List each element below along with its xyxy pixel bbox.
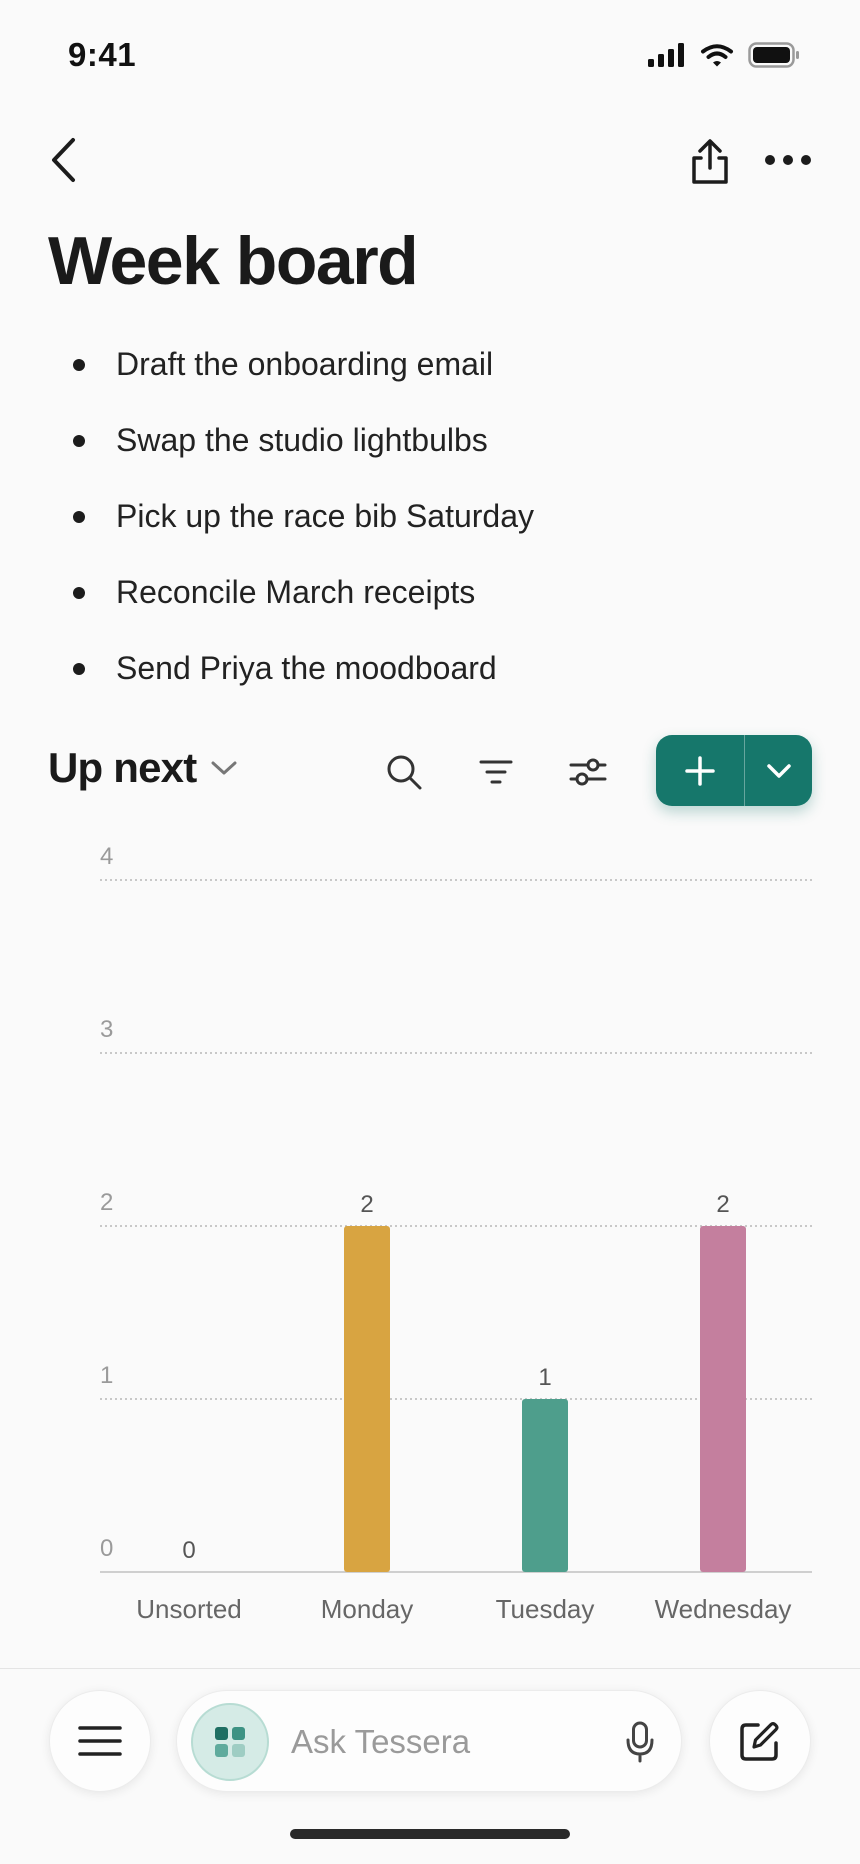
microphone-icon	[626, 1721, 654, 1763]
sort-button[interactable]	[468, 744, 524, 800]
list-item-label: Pick up the race bib Saturday	[116, 498, 535, 534]
status-time: 9:41	[68, 36, 137, 73]
filter-lines-icon	[479, 760, 513, 784]
y-tick-label: 1	[100, 1362, 113, 1389]
list-item[interactable]: Draft the onboarding email	[70, 336, 534, 412]
wifi-icon	[701, 43, 733, 66]
search-button[interactable]	[376, 744, 432, 800]
menu-button[interactable]	[49, 1690, 151, 1792]
bottom-divider	[0, 1668, 860, 1669]
page-title: Week board	[48, 223, 419, 299]
add-split-button	[656, 735, 812, 806]
assistant-avatar[interactable]	[191, 1703, 269, 1781]
list-item-label: Reconcile March receipts	[116, 574, 476, 610]
mic-button[interactable]	[615, 1717, 665, 1767]
app-grid-icon	[215, 1727, 245, 1757]
chevron-left-icon	[52, 138, 75, 182]
sliders-icon	[569, 758, 607, 786]
chart-bar	[700, 1226, 746, 1572]
list-item-label: Swap the studio lightbulbs	[116, 422, 488, 458]
more-horizontal-icon	[765, 155, 811, 165]
data-label: 2	[716, 1191, 729, 1218]
list-item-label: Draft the onboarding email	[116, 346, 494, 382]
y-tick-label: 0	[100, 1535, 113, 1562]
list-item[interactable]: Send Priya the moodboard	[70, 640, 534, 716]
add-options-button[interactable]	[745, 735, 812, 806]
chevron-down-icon	[766, 763, 791, 778]
search-icon	[387, 755, 422, 790]
data-label: 0	[182, 1537, 195, 1564]
settings-button[interactable]	[560, 744, 616, 800]
ask-input[interactable]	[291, 1717, 591, 1767]
y-tick-label: 4	[100, 843, 113, 870]
status-bar: 9:41	[0, 0, 860, 112]
back-button[interactable]	[40, 130, 88, 190]
list-item-label: Send Priya the moodboard	[116, 650, 497, 686]
data-label: 1	[538, 1364, 551, 1391]
battery-icon	[748, 42, 799, 68]
chevron-down-icon	[211, 761, 237, 775]
compose-icon	[740, 1722, 779, 1761]
hamburger-menu-icon	[78, 1726, 122, 1756]
task-list: Draft the onboarding email Swap the stud…	[70, 336, 534, 716]
section-title: Up next	[48, 744, 197, 791]
data-label: 2	[360, 1191, 373, 1218]
bullet-icon	[73, 435, 85, 447]
section-dropdown[interactable]: Up next	[48, 744, 238, 792]
y-tick-label: 2	[100, 1189, 113, 1216]
x-tick-label: Tuesday	[496, 1594, 595, 1624]
list-item[interactable]: Reconcile March receipts	[70, 564, 534, 640]
more-button[interactable]	[758, 140, 818, 180]
add-button[interactable]	[656, 735, 745, 806]
compose-button[interactable]	[709, 1690, 811, 1792]
list-item[interactable]: Swap the studio lightbulbs	[70, 412, 534, 488]
x-tick-label: Wednesday	[655, 1594, 792, 1624]
bullet-icon	[73, 663, 85, 675]
cellular-signal-icon	[648, 43, 684, 67]
tasks-by-day-chart: 0 1 2 3 4 0 Unsorted 2 Monday 1 Tuesday 2 Wednesday	[100, 843, 812, 1624]
bullet-icon	[73, 359, 85, 371]
share-icon	[692, 139, 728, 184]
bullet-icon	[73, 511, 85, 523]
ask-bar	[176, 1690, 682, 1792]
status-icons	[648, 42, 800, 68]
chart-bar	[344, 1226, 390, 1572]
x-tick-label: Unsorted	[136, 1594, 242, 1624]
bullet-icon	[73, 587, 85, 599]
x-tick-label: Monday	[321, 1594, 414, 1624]
plus-icon	[685, 755, 715, 786]
list-item[interactable]: Pick up the race bib Saturday	[70, 488, 534, 564]
home-indicator	[290, 1829, 570, 1839]
y-tick-label: 3	[100, 1016, 113, 1043]
chart-bar	[522, 1399, 568, 1572]
share-button[interactable]	[680, 132, 740, 192]
